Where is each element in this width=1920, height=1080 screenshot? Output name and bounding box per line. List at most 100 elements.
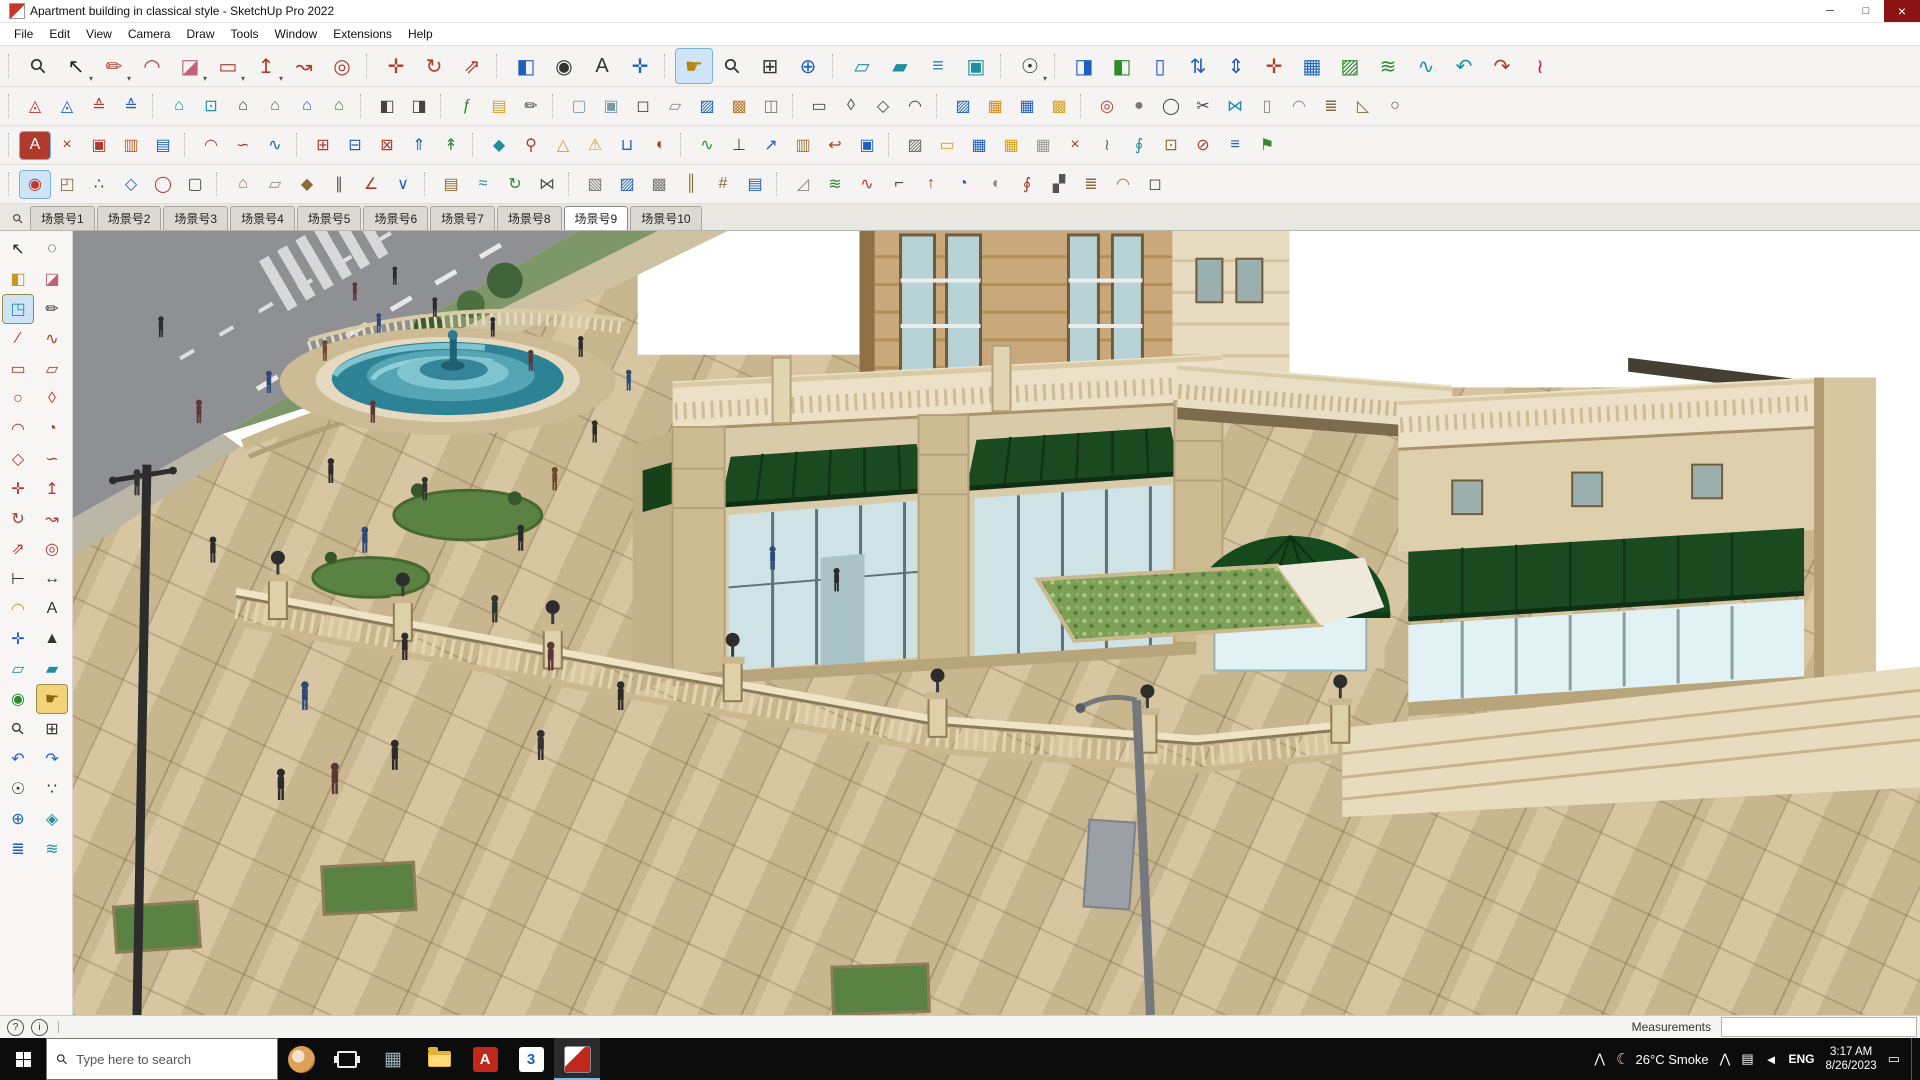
pie-tool[interactable]: ◔	[37, 415, 67, 443]
line-tool[interactable]: ✏ ▾	[96, 49, 132, 84]
curve-undo-tool[interactable]: ↶	[1446, 49, 1482, 83]
position-camera-tool[interactable]: ☉	[3, 775, 33, 803]
stack-red-tool[interactable]: ≙	[84, 93, 114, 120]
paint-all-tool[interactable]: ◨	[1066, 49, 1102, 83]
file-explorer-button[interactable]	[416, 1038, 462, 1080]
section-fill-tool[interactable]: ▰	[882, 49, 918, 83]
vertical-ruler-tool[interactable]: ▯	[1142, 49, 1178, 83]
menu-item[interactable]: Edit	[41, 25, 78, 43]
stack-blue-tool[interactable]: ≙	[116, 93, 146, 120]
terrain-wave-tool[interactable]: ≈	[468, 171, 498, 198]
round-corner-tool[interactable]: ◖	[644, 132, 674, 159]
scene-tab[interactable]: 场景号2	[96, 206, 162, 230]
axes-tool[interactable]: ✛	[3, 625, 33, 653]
corgi-shortcut[interactable]	[278, 1038, 324, 1080]
match-photo-tool[interactable]: ◈	[37, 805, 67, 833]
street-lamp[interactable]	[1075, 694, 1155, 1015]
hex-tool[interactable]: ◇	[116, 171, 146, 198]
cone-tool[interactable]: △	[548, 132, 578, 159]
menu-item[interactable]: Help	[400, 25, 441, 43]
swatch-blue-tool[interactable]: ▤	[148, 132, 178, 159]
paint-bucket-tool[interactable]: ◧	[3, 265, 33, 293]
line-tool-caret[interactable]: ▾	[127, 74, 131, 83]
eraser-tool-caret[interactable]: ▾	[203, 74, 207, 83]
ellipse-tool[interactable]: ◊	[37, 385, 67, 413]
follow-me-tool[interactable]: ↝	[37, 505, 67, 533]
taskbar-search[interactable]: ⚲ Type here to search	[46, 1038, 278, 1080]
hatch-light-tool[interactable]: ▧	[580, 171, 610, 198]
sphere-tool[interactable]: ●	[1124, 93, 1154, 120]
fredo-tools[interactable]: ƒ	[452, 93, 482, 120]
app-3-button[interactable]: 3	[508, 1038, 554, 1080]
cross-axes-tool[interactable]: ✛	[1256, 49, 1292, 83]
fix-problems-tool[interactable]: ⚠	[580, 132, 610, 159]
section-plane-tool[interactable]: ▱	[3, 655, 33, 683]
previous-view-tool[interactable]: ↶	[3, 745, 33, 773]
polygon-tool[interactable]: ◇	[3, 445, 33, 473]
weather-widget[interactable]: ☾ 26°C Smoke	[1616, 1050, 1709, 1068]
offset-tool[interactable]: ◎	[324, 49, 360, 83]
slice-tool[interactable]: ⊘	[1188, 132, 1218, 159]
color-palette-tool[interactable]: ▥	[116, 132, 146, 159]
scissors-tool[interactable]: ✂	[1188, 93, 1218, 120]
orbit-tool[interactable]: ⊕	[790, 49, 826, 83]
section-display-tool[interactable]: ≡	[920, 49, 956, 83]
red-target-tool[interactable]: ◉	[19, 169, 51, 199]
mirror-tool[interactable]: ⋈	[1220, 93, 1250, 120]
start-button[interactable]	[0, 1038, 46, 1080]
sort-descending-tool[interactable]: ⇕	[1218, 49, 1254, 83]
pan-tool[interactable]: ☛	[36, 684, 68, 714]
dimension-tool[interactable]: ↔	[37, 565, 67, 593]
dots-array-tool[interactable]: ∴	[84, 171, 114, 198]
menu-item[interactable]: Window	[267, 25, 326, 43]
rectangle-tool[interactable]: ▭ ▾	[210, 49, 246, 84]
triangle-blue-tool[interactable]: ◬	[52, 93, 82, 120]
scene-tab[interactable]: 场景号5	[296, 206, 362, 230]
grid-small-yellow[interactable]: ▦	[996, 132, 1026, 159]
axes-tool[interactable]: ✛	[622, 49, 658, 83]
prism-tool[interactable]: ◆	[292, 171, 322, 198]
3d-text-tool[interactable]: ▲	[37, 625, 67, 653]
vee-tool[interactable]: ∨	[388, 171, 418, 198]
close-button[interactable]: ×	[1884, 0, 1920, 22]
nested-boxes-tool[interactable]: ⊡	[1156, 132, 1186, 159]
cube-tool[interactable]: ◰	[52, 171, 82, 198]
note-tool[interactable]: ▤	[484, 93, 514, 120]
model-canvas[interactable]	[73, 231, 1920, 1015]
monochrome-mode[interactable]: ◫	[756, 93, 786, 120]
scene-tab[interactable]: 场景号9	[563, 206, 629, 230]
right-building[interactable]	[1342, 357, 1920, 818]
push-pull-tool[interactable]: ↥ ▾	[248, 49, 284, 84]
fence-tool[interactable]: #	[708, 171, 738, 198]
menu-item[interactable]: Draw	[179, 25, 223, 43]
sketch-pencil[interactable]: ✏	[516, 93, 546, 120]
hatch-fill-tool[interactable]: ▨	[948, 93, 978, 120]
section-plane-tool[interactable]: ▱	[844, 49, 880, 83]
stair-maker-tool[interactable]: ▤	[436, 171, 466, 198]
extrude-normal-tool[interactable]: ↟	[436, 132, 466, 159]
shell-tool[interactable]: ◖	[980, 171, 1010, 198]
ethernet-icon[interactable]: ▤	[1741, 1051, 1753, 1067]
textured-mode[interactable]: ▩	[724, 93, 754, 120]
screen-panel-tool[interactable]: ▤	[740, 171, 770, 198]
section-fill-tool[interactable]: ▰	[37, 655, 67, 683]
push-pull-tool[interactable]: ↥	[37, 475, 67, 503]
text-tool[interactable]: A	[584, 49, 620, 83]
menu-item[interactable]: Extensions	[325, 25, 400, 43]
arc-tool[interactable]: ◠	[3, 415, 33, 443]
left-view[interactable]: ⌂	[292, 93, 322, 120]
zoom-window-tool[interactable]: ⊞	[752, 49, 788, 83]
menu-item[interactable]: View	[78, 25, 120, 43]
artisan-badge[interactable]: A	[19, 130, 51, 160]
minimize-button[interactable]: ─	[1812, 0, 1848, 22]
perpendicular-tool[interactable]: ⊥	[724, 132, 754, 159]
wave-curve-tool[interactable]: ∿	[692, 132, 722, 159]
frame-tool[interactable]: ◻	[1140, 171, 1170, 198]
loop-tool[interactable]: ∮	[1124, 132, 1154, 159]
column-tool[interactable]: ║	[676, 171, 706, 198]
show-desktop-button[interactable]	[1911, 1038, 1918, 1080]
task-view-button[interactable]	[324, 1038, 370, 1080]
grid-small-gray[interactable]: ▦	[1028, 132, 1058, 159]
shape-rectangle[interactable]: ▭	[804, 93, 834, 120]
extrude-arrow-tool[interactable]: ↑	[916, 171, 946, 198]
